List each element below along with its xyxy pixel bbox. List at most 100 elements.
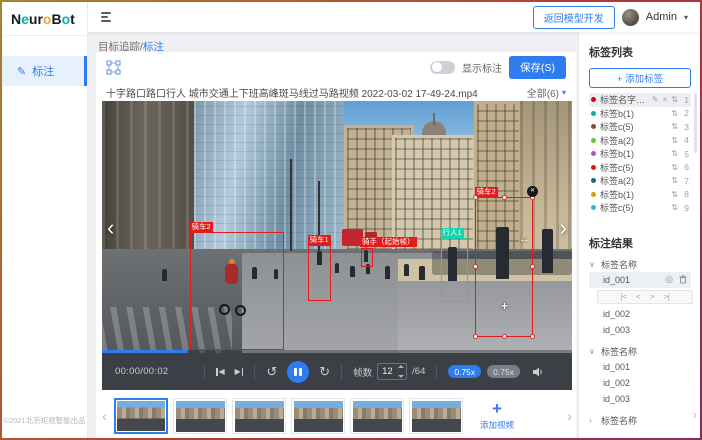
result-group-header[interactable]: ∨ 标签名称 [589, 258, 691, 272]
user-caret-down-icon[interactable]: ▾ [684, 13, 688, 22]
video-filter-dropdown[interactable]: 全部(6) ▾ [527, 85, 566, 100]
sort-icon[interactable]: ⇅ [671, 176, 678, 185]
tag-color-dot [591, 165, 596, 170]
delete-tag-icon[interactable]: × [663, 95, 668, 104]
resize-handle[interactable] [473, 334, 478, 339]
bounding-box[interactable]: 行人1 [441, 238, 468, 302]
locate-icon[interactable]: ◎ [665, 274, 673, 285]
results-title: 标注结果 [589, 235, 691, 251]
tag-label: 标签b(1) [600, 188, 667, 201]
video-thumbnail[interactable] [409, 398, 463, 434]
bounding-box-label: 骑手（起始帧） [360, 237, 417, 247]
prev-frame-button[interactable]: ◀ [216, 367, 225, 376]
video-thumbnail[interactable] [350, 398, 404, 434]
video-thumbnail[interactable] [173, 398, 227, 434]
save-button[interactable]: 保存(S) [509, 56, 566, 79]
sort-icon[interactable]: ⇅ [671, 203, 678, 212]
tag-row[interactable]: 标签a(2) ⇅ 7 [589, 174, 691, 188]
video-thumbnail-selected[interactable] [114, 398, 168, 434]
sort-icon[interactable]: ⇅ [671, 122, 678, 131]
video-thumbnail[interactable] [232, 398, 286, 434]
result-item-selected[interactable]: id_001 ◎ [589, 272, 691, 288]
video-prev-chevron[interactable]: ‹ [107, 217, 114, 239]
speed-pill[interactable]: 0.75x [487, 365, 520, 378]
sort-icon[interactable]: ⇅ [671, 190, 678, 199]
tag-row[interactable]: 标签b(1) ⇅ 8 [589, 188, 691, 202]
bounding-box[interactable] [361, 248, 373, 267]
show-annotations-toggle[interactable] [430, 61, 455, 74]
bbox-tool-icon[interactable] [106, 60, 121, 75]
add-tag-button[interactable]: + 添加标签 [589, 68, 691, 88]
resize-handle[interactable] [473, 195, 478, 200]
back-to-model-dev-button[interactable]: 返回模型开发 [533, 6, 615, 29]
bounding-box[interactable]: 骑车2 [190, 232, 284, 350]
speed-pill-active[interactable]: 0.75x [448, 365, 481, 378]
collapse-menu-icon[interactable] [101, 12, 111, 22]
panel-scroll-chevron[interactable]: › [693, 407, 697, 422]
divider [436, 364, 437, 380]
resize-handle[interactable] [473, 264, 478, 269]
breadcrumb-parent[interactable]: 目标追踪 [98, 41, 140, 53]
resize-handle[interactable] [530, 334, 535, 339]
result-item[interactable]: id_003 [589, 322, 691, 338]
thumbs-next-chevron[interactable]: › [565, 408, 574, 425]
result-group-name: 标签名称 [601, 345, 637, 358]
tag-row[interactable]: 标签a(2) ⇅ 4 [589, 134, 691, 148]
avatar[interactable] [622, 9, 639, 26]
chevron-down-icon: ∨ [589, 347, 596, 356]
tag-row-selected[interactable]: 标签名字最长数... ✎ × ⇅ 1 [589, 93, 691, 107]
video-progress-bar[interactable] [102, 350, 572, 354]
resize-handle[interactable] [502, 334, 507, 339]
resize-handle[interactable] [502, 195, 507, 200]
stepper-up-icon[interactable] [398, 365, 404, 368]
app-window: NeuroBot ✎ 标注 ©2021北京矩视智能出品 返回模型开发 Admin… [2, 2, 700, 438]
result-item[interactable]: id_002 [589, 375, 691, 391]
frame-stepper[interactable] [398, 365, 404, 378]
video-next-chevron[interactable]: › [560, 217, 567, 239]
sort-icon[interactable]: ⇅ [671, 136, 678, 145]
video-canvas[interactable]: 骑车2 骑车1 骑手（起始帧） 行人1 骑车2 ✕ ↔ [102, 101, 572, 353]
tag-row[interactable]: 标签b(1) ⇅ 5 [589, 147, 691, 161]
top-header: 返回模型开发 Admin ▾ [88, 2, 700, 32]
rewind-10-icon[interactable]: ↺ [266, 364, 277, 380]
next-frame-button[interactable]: ▶ [235, 367, 244, 376]
tag-row[interactable]: 标签b(1) ⇅ 2 [589, 107, 691, 121]
sort-icon[interactable]: ⇅ [671, 149, 678, 158]
resize-handle[interactable] [530, 264, 535, 269]
result-item[interactable]: id_003 [589, 391, 691, 407]
trash-icon[interactable] [679, 275, 687, 284]
volume-icon[interactable] [532, 366, 544, 378]
delete-box-icon[interactable]: ✕ [527, 186, 538, 197]
edit-tag-icon[interactable]: ✎ [652, 95, 659, 104]
annotation-card: 显示标注 保存(S) 十字路口路口行人 城市交通上下班高峰斑马线过马路视频 20… [96, 52, 576, 438]
scrollbar[interactable] [694, 93, 697, 153]
frame-number-input[interactable] [378, 366, 397, 377]
bounding-box-active[interactable]: 骑车2 [475, 197, 533, 337]
tag-row[interactable]: 标签c(5) ⇅ 9 [589, 201, 691, 215]
add-video-button[interactable]: + 添加视频 [468, 396, 526, 436]
result-group-header[interactable]: ∨ 标签名称 [589, 345, 691, 359]
result-group-header-collapsed[interactable]: › 标签名称 [589, 414, 691, 428]
result-item[interactable]: id_002 [589, 306, 691, 322]
forward-10-icon[interactable]: ↻ [319, 364, 330, 380]
sort-icon[interactable]: ⇅ [671, 95, 678, 104]
sidebar-item-annotate[interactable]: ✎ 标注 [2, 56, 87, 86]
pager-prev-icon[interactable]: < [636, 292, 640, 301]
user-name[interactable]: Admin [646, 11, 677, 23]
thumbs-prev-chevron[interactable]: ‹ [100, 408, 109, 425]
video-thumbnail[interactable] [291, 398, 345, 434]
stepper-down-icon[interactable] [398, 375, 404, 378]
pager-last-icon[interactable]: >| [664, 292, 669, 301]
pager-first-icon[interactable]: |< [621, 292, 626, 301]
pager-next-icon[interactable]: > [650, 292, 654, 301]
result-item[interactable]: id_001 [589, 359, 691, 375]
tag-order: 2 [682, 108, 689, 118]
bounding-box[interactable]: 骑车1 [308, 245, 331, 301]
tag-label: 标签a(2) [600, 134, 667, 147]
tag-row[interactable]: 标签c(5) ⇅ 3 [589, 120, 691, 134]
tag-row[interactable]: 标签c(5) ⇅ 6 [589, 161, 691, 175]
pause-button[interactable] [287, 361, 309, 383]
sort-icon[interactable]: ⇅ [671, 109, 678, 118]
sort-icon[interactable]: ⇅ [671, 163, 678, 172]
scene-pedestrian [404, 264, 409, 276]
